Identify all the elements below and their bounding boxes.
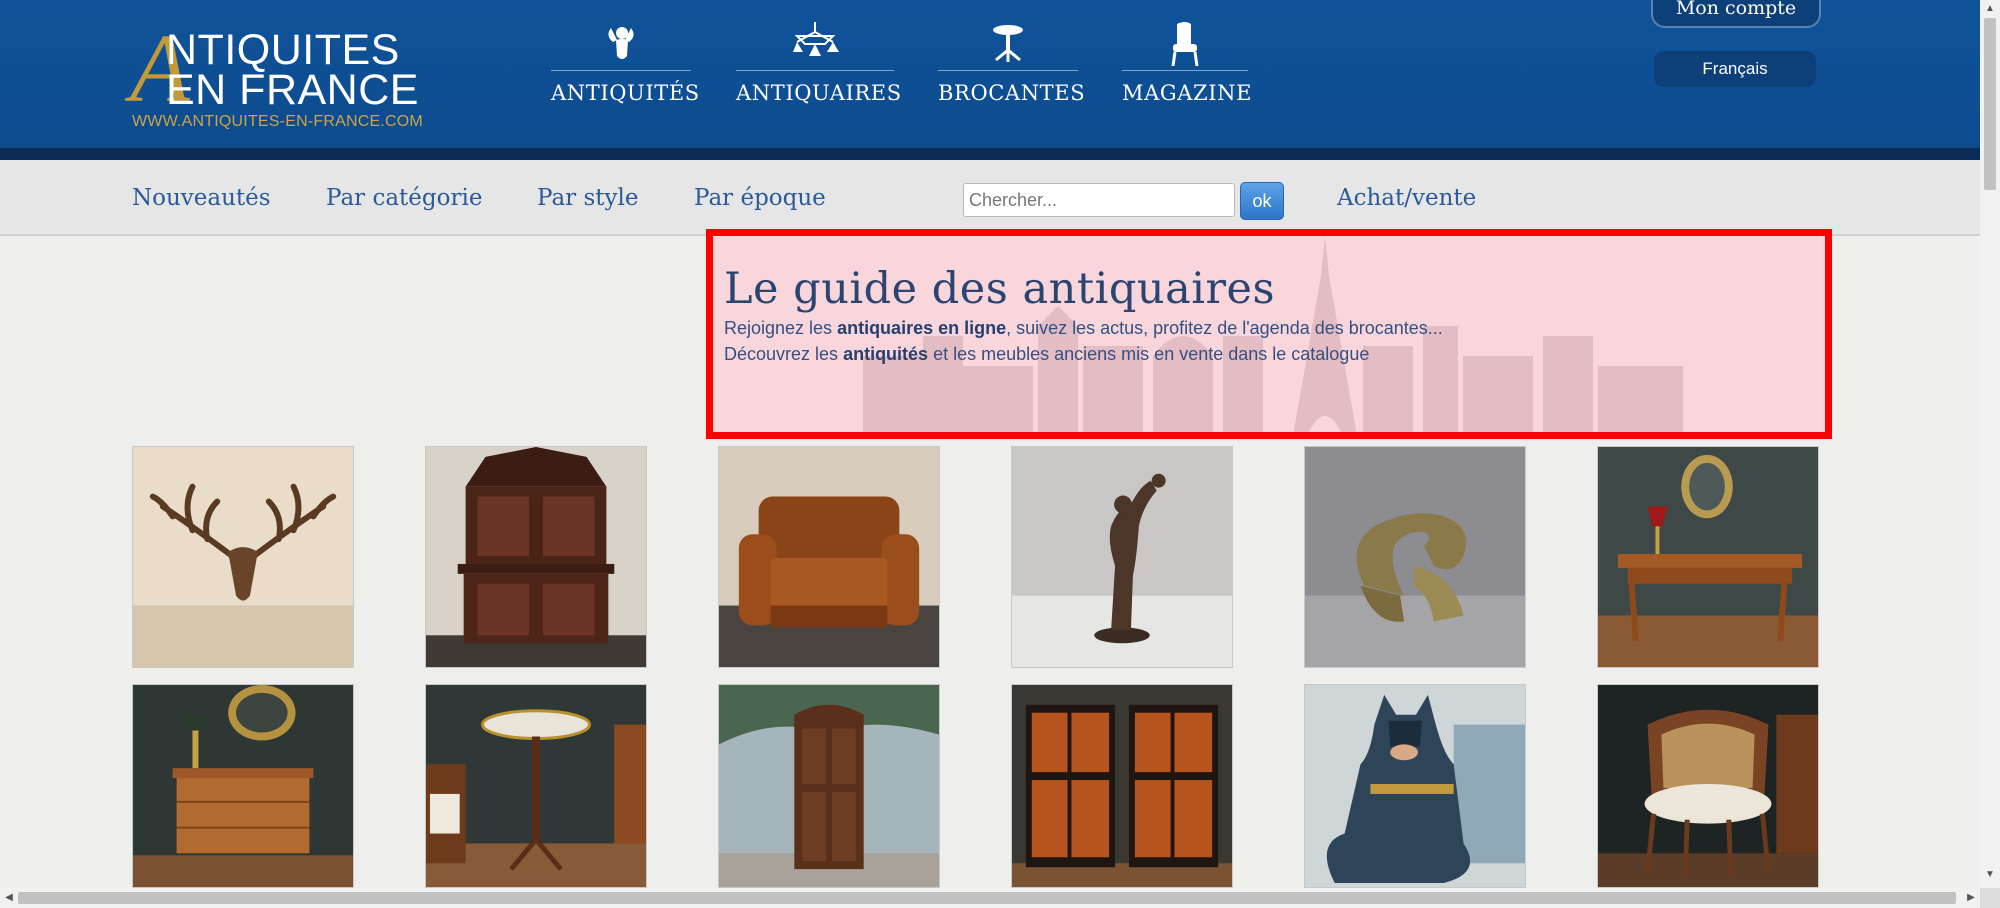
horizontal-scrollbar[interactable]: ◀ ▶: [0, 888, 1980, 908]
search-input[interactable]: [963, 183, 1235, 217]
nav-par-epoque[interactable]: Par époque: [694, 185, 826, 211]
guide-intro-line-1: Rejoignez les antiquaires en ligne, suiv…: [724, 318, 1443, 338]
horizontal-scroll-thumb[interactable]: [18, 892, 1956, 904]
nav-par-style[interactable]: Par style: [537, 185, 638, 211]
nav-par-categorie[interactable]: Par catégorie: [326, 185, 482, 211]
product-thumb-antler-trophy[interactable]: [132, 446, 354, 668]
product-thumb-gueridon-table[interactable]: [425, 684, 647, 888]
nav-label: ANTIQUAIRES: [736, 81, 902, 105]
nav-label: BROCANTES: [938, 81, 1086, 105]
site-header: A NTIQUITES EN FRANCE WWW.ANTIQUITES-EN-…: [0, 0, 1980, 160]
product-thumb-batman-statue[interactable]: [1304, 684, 1526, 888]
link-antiquaires-en-ligne[interactable]: antiquaires en ligne: [837, 318, 1006, 338]
product-thumb-writing-desk[interactable]: [1597, 446, 1819, 668]
vertical-scrollbar[interactable]: ▲ ▼: [1980, 0, 2000, 888]
product-thumb-carved-dresser[interactable]: [425, 446, 647, 668]
product-thumb-chest-of-drawers[interactable]: [132, 684, 354, 888]
chandelier-icon: [736, 22, 894, 66]
cherub-icon: [551, 22, 691, 66]
scroll-right-icon[interactable]: ▶: [1962, 888, 1980, 908]
scrollbar-corner: [1980, 888, 2000, 908]
guide-title: Le guide des antiquaires: [724, 264, 1276, 314]
search-button[interactable]: ok: [1240, 182, 1284, 220]
nav-brocantes[interactable]: BROCANTES: [938, 22, 1085, 110]
product-thumb-bronze-statue[interactable]: [1011, 446, 1233, 668]
nav-label: MAGAZINE: [1122, 81, 1253, 105]
nav-nouveautes[interactable]: Nouveautés: [132, 185, 271, 211]
product-thumb-lacquered-cabinets[interactable]: [1011, 684, 1233, 888]
logo-line-2: EN FRANCE: [166, 66, 419, 114]
gueridon-icon: [938, 22, 1078, 66]
site-logo[interactable]: A NTIQUITES EN FRANCE WWW.ANTIQUITES-EN-…: [130, 20, 440, 136]
nav-antiquaires[interactable]: ANTIQUAIRES: [736, 22, 901, 110]
product-thumb-leather-sofa[interactable]: [718, 446, 940, 668]
logo-url: WWW.ANTIQUITES-EN-FRANCE.COM: [132, 113, 423, 130]
nav-label: ANTIQUITÉS: [551, 81, 700, 105]
nav-antiquites[interactable]: ANTIQUITÉS: [551, 22, 699, 110]
scroll-up-icon[interactable]: ▲: [1980, 0, 2000, 18]
product-thumb-wooden-armoire[interactable]: [718, 684, 940, 888]
guide-banner: Le guide des antiquaires Rejoignez les a…: [706, 229, 1832, 439]
guide-intro-line-2: Découvrez les antiquités et les meubles …: [724, 344, 1370, 364]
product-thumb-bronze-ornament[interactable]: [1304, 446, 1526, 668]
scroll-left-icon[interactable]: ◀: [0, 888, 18, 908]
language-selector[interactable]: Français: [1654, 51, 1816, 87]
nav-achat-vente[interactable]: Achat/vente: [1337, 185, 1476, 211]
scroll-down-icon[interactable]: ▼: [1980, 866, 2000, 884]
armchair-icon: [1122, 22, 1248, 67]
account-button[interactable]: Mon compte: [1651, 0, 1821, 28]
nav-magazine[interactable]: MAGAZINE: [1122, 22, 1251, 110]
link-antiquites[interactable]: antiquités: [843, 344, 928, 364]
vertical-scroll-thumb[interactable]: [1984, 18, 1996, 190]
product-thumb-cane-armchair[interactable]: [1597, 684, 1819, 888]
